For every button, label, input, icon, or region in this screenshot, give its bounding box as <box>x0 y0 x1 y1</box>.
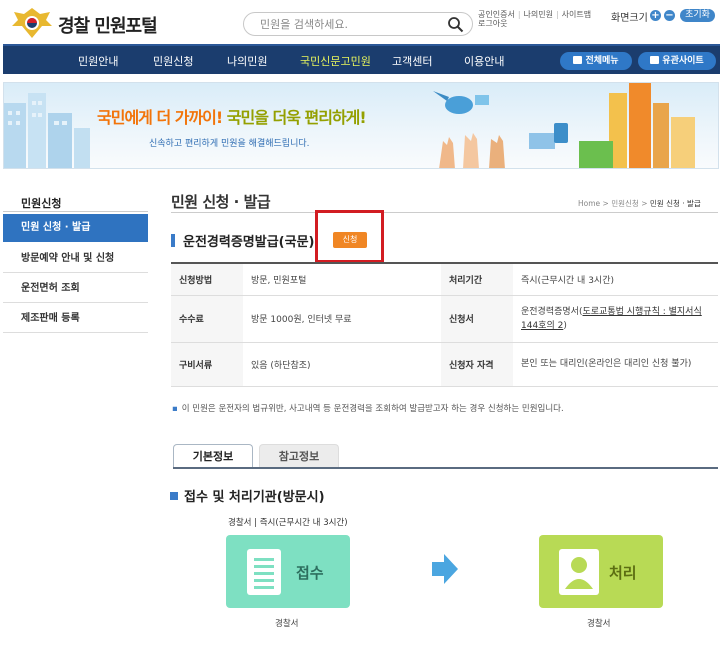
sitemap-link[interactable]: 사이트맵 <box>562 10 591 19</box>
info-table: 신청방법 방문, 민원포털 처리기간 즉시(근무시간 내 3시간) 수수료 방문… <box>171 262 718 387</box>
info-note: ▪ 이 민원은 운전자의 법규위반, 사고내역 등 운전경력을 조회하여 발급받고… <box>172 402 564 414</box>
tab-basic-info[interactable]: 기본정보 <box>173 444 253 468</box>
lnb-item-manufacture-register[interactable]: 제조판매 등록 <box>3 305 148 333</box>
sub-title-text: 접수 및 처리기관(방문시) <box>184 490 325 505</box>
section-bar <box>171 234 175 247</box>
document-icon <box>247 549 281 595</box>
step-process-label: 처리 <box>609 564 637 582</box>
table-row: 수수료 방문 1000원, 인터넷 무료 신청서 운전경력증명서(도로교통법 시… <box>171 295 718 343</box>
person-icon <box>559 549 599 595</box>
zoom-reset-button[interactable]: 초기화 <box>680 9 715 22</box>
bullet-icon: ▪ <box>172 404 178 414</box>
search-box <box>243 12 473 36</box>
banner-title-part1: 국민에게 더 가까이! <box>97 108 227 127</box>
tab-reference-info[interactable]: 참고정보 <box>259 444 339 468</box>
banner-title: 국민에게 더 가까이! 국민을 더욱 편리하게! <box>97 104 367 128</box>
lnb-title: 민원신청 <box>21 197 62 210</box>
divider <box>171 212 718 213</box>
table-header: 처리기간 <box>441 262 513 296</box>
breadcrumb-home[interactable]: Home <box>578 199 600 208</box>
banner-title-part2: 국민을 더욱 편리하게! <box>226 108 367 127</box>
main-navigation: 민원안내 민원신청 나의민원 국민신문고민원 고객센터 이용안내 전체메뉴 유관… <box>3 44 720 74</box>
nav-usage-guide[interactable]: 이용안내 <box>464 53 504 69</box>
form-suffix: ) <box>563 320 567 331</box>
form-prefix: 운전경력증명서( <box>521 306 583 317</box>
nav-epeople[interactable]: 국민신문고민원 <box>300 53 371 69</box>
step-process: 처리 <box>539 535 663 608</box>
table-cell: 운전경력증명서(도로교통법 시행규칙 : 별지서식 144호의 2) <box>513 295 718 343</box>
section-title: 운전경력증명발급(국문) <box>171 231 314 250</box>
separator: | <box>555 10 559 19</box>
logout-link[interactable]: 로그아웃 <box>478 19 507 28</box>
bird-hands-illustration <box>433 83 695 168</box>
table-header: 구비서류 <box>171 342 243 387</box>
related-sites-button[interactable]: 유관사이트 <box>638 52 716 70</box>
note-text: 이 민원은 운전자의 법규위반, 사고내역 등 운전경력을 조회하여 발급받고자… <box>181 404 564 414</box>
arrow-right-icon <box>432 554 458 584</box>
full-menu-button[interactable]: 전체메뉴 <box>560 52 632 70</box>
nav-apply[interactable]: 민원신청 <box>153 53 193 69</box>
zoom-out-button[interactable]: − <box>664 10 675 21</box>
nav-my-petition[interactable]: 나의민원 <box>227 53 267 69</box>
zoom-in-button[interactable]: + <box>650 10 661 21</box>
page-title: 민원 신청 · 발급 <box>171 193 271 211</box>
divider <box>3 211 148 212</box>
related-sites-label: 유관사이트 <box>662 56 704 66</box>
certificate-link[interactable]: 공인인증서 <box>478 10 515 19</box>
banner: 국민에게 더 가까이! 국민을 더욱 편리하게! 신속하고 편리하게 민원을 해… <box>3 82 719 169</box>
table-row: 신청방법 방문, 민원포털 처리기간 즉시(근무시간 내 3시간) <box>171 262 718 296</box>
table-row: 구비서류 있음 (하단참조) 신청자 자격 본인 또는 대리인(온라인은 대리인… <box>171 342 718 387</box>
banner-subtitle: 신속하고 편리하게 민원을 해결해드립니다. <box>149 139 310 149</box>
table-header: 수수료 <box>171 295 243 343</box>
table-header: 신청자 자격 <box>441 342 513 387</box>
tab-divider <box>173 467 718 469</box>
table-cell: 있음 (하단참조) <box>243 342 441 387</box>
nav-guide[interactable]: 민원안내 <box>78 53 118 69</box>
lnb-item-license-lookup[interactable]: 운전면허 조회 <box>3 275 148 303</box>
util-links: 공인인증서 | 나의민원 | 사이트맵 로그아웃 <box>478 10 591 28</box>
step-receive-org: 경찰서 <box>275 619 299 629</box>
process-label: 경찰서 | 즉시(근무시간 내 3시간) <box>228 518 348 528</box>
search-input[interactable] <box>260 16 440 32</box>
table-cell: 즉시(근무시간 내 3시간) <box>513 262 718 296</box>
lnb-item-apply-issue[interactable]: 민원 신청 · 발급 <box>3 214 148 242</box>
step-receive-label: 접수 <box>296 564 324 582</box>
font-size-label: 화면크기 <box>611 13 648 24</box>
police-emblem-icon[interactable] <box>10 6 54 40</box>
search-icon[interactable] <box>447 16 464 33</box>
step-process-org: 경찰서 <box>587 619 611 629</box>
link-icon <box>650 56 660 64</box>
full-menu-label: 전체메뉴 <box>585 56 619 66</box>
breadcrumb-apply[interactable]: 민원신청 <box>611 199 639 208</box>
menu-icon <box>573 56 583 64</box>
step-receive: 접수 <box>226 535 350 608</box>
square-bullet-icon <box>170 492 178 500</box>
table-cell: 방문 1000원, 인터넷 무료 <box>243 295 441 343</box>
breadcrumb-current: 민원 신청 · 발급 <box>649 199 701 208</box>
table-header: 신청서 <box>441 295 513 343</box>
table-cell: 방문, 민원포털 <box>243 262 441 296</box>
table-cell: 본인 또는 대리인(온라인은 대리인 신청 불가) <box>513 342 718 387</box>
breadcrumb: Home > 민원신청 > 민원 신청 · 발급 <box>578 199 701 208</box>
sub-title: 접수 및 처리기관(방문시) <box>170 486 325 505</box>
section-title-text: 운전경력증명발급(국문) <box>183 235 315 250</box>
table-header: 신청방법 <box>171 262 243 296</box>
highlight-box <box>315 210 384 263</box>
header: 경찰 민원포털 공인인증서 | 나의민원 | 사이트맵 로그아웃 화면크기 + … <box>0 0 720 44</box>
my-petition-link[interactable]: 나의민원 <box>524 10 553 19</box>
nav-customer-center[interactable]: 고객센터 <box>392 53 432 69</box>
separator: | <box>517 10 521 19</box>
site-title[interactable]: 경찰 민원포털 <box>58 12 158 38</box>
lnb-item-visit-reservation[interactable]: 방문예약 안내 및 신청 <box>3 245 148 273</box>
